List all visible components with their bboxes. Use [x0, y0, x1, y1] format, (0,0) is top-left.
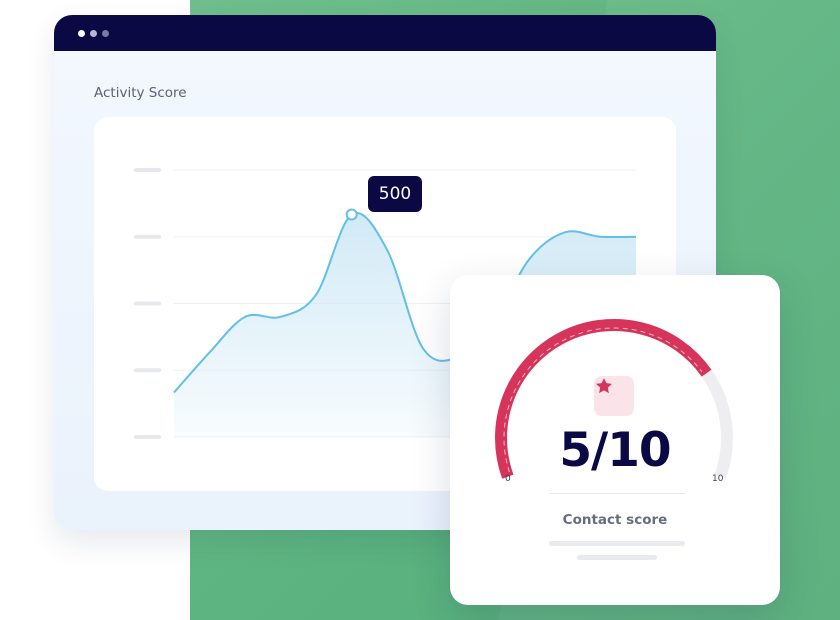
text-placeholder-line [577, 555, 657, 560]
minimize-dot[interactable] [90, 30, 97, 37]
contact-score-card: 5/10 0 10 Contact score [450, 275, 780, 605]
highlight-point[interactable] [345, 208, 358, 221]
star-badge [594, 376, 634, 416]
text-placeholder-line [549, 541, 685, 546]
close-dot[interactable] [78, 30, 85, 37]
divider [549, 493, 685, 494]
gauge-min-label: 0 [505, 474, 511, 484]
y-tick-label [134, 234, 161, 239]
score-value: 5/10 [559, 423, 671, 478]
score-label: Contact score [562, 512, 668, 528]
y-tick-label [134, 168, 161, 172]
window-titlebar [54, 15, 716, 51]
maximize-dot[interactable] [102, 30, 109, 37]
y-tick-label [134, 368, 161, 373]
y-tick-label [134, 435, 161, 439]
chart-tooltip: 500 [368, 176, 422, 212]
y-tick-label [134, 301, 161, 306]
star-icon [596, 378, 612, 394]
chart-title: Activity Score [94, 85, 187, 101]
gauge-max-label: 10 [712, 474, 724, 484]
